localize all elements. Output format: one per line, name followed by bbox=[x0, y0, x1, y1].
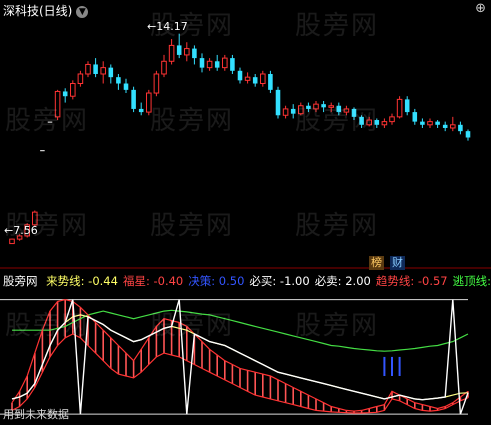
candle-body bbox=[176, 45, 182, 55]
candle-body bbox=[306, 105, 311, 109]
indicator-name: 股旁网 bbox=[3, 274, 38, 288]
candle-body bbox=[268, 73, 273, 90]
candle-body bbox=[290, 108, 296, 114]
candle-body bbox=[275, 89, 281, 116]
candle-body bbox=[404, 99, 410, 113]
candle-body bbox=[282, 108, 289, 116]
candle-body bbox=[427, 121, 433, 126]
candle-body bbox=[328, 105, 334, 108]
candle-body bbox=[366, 119, 372, 126]
candle-body bbox=[47, 121, 53, 123]
candle-body bbox=[343, 108, 350, 113]
indicator-value: 来势线: -0.44 bbox=[46, 274, 118, 288]
candle-body bbox=[146, 92, 152, 113]
candle-body bbox=[85, 63, 91, 75]
indicator-value: 趋势线: -0.57 bbox=[375, 274, 448, 288]
candle-body bbox=[77, 73, 84, 85]
candle-body bbox=[153, 73, 160, 94]
candle-body bbox=[442, 124, 448, 128]
candle-body bbox=[108, 67, 114, 78]
candle-body bbox=[381, 121, 388, 126]
high-price-label: ←14.17 bbox=[147, 20, 188, 33]
candle-body bbox=[93, 64, 98, 74]
candle-body bbox=[70, 83, 76, 97]
candle-body bbox=[351, 108, 357, 117]
candle-body bbox=[199, 58, 205, 68]
finance-badge[interactable]: 财 bbox=[390, 256, 405, 270]
indicator-value: 逃顶线: bbox=[452, 274, 491, 288]
candle-body bbox=[465, 131, 471, 138]
low-price-value: 7.56 bbox=[13, 224, 38, 237]
candle-body bbox=[321, 104, 326, 108]
indicator-value: 必买: -1.00 bbox=[249, 274, 310, 288]
chart-header: 深科技(日线) ▼ bbox=[3, 3, 89, 19]
future-data-note: 用到未来数据 bbox=[3, 408, 69, 421]
candle-body bbox=[244, 76, 251, 81]
close-icon[interactable]: ⊕ bbox=[475, 2, 486, 16]
candle-body bbox=[359, 116, 364, 125]
high-price-value: 14.17 bbox=[156, 20, 188, 33]
candle-body bbox=[260, 73, 266, 85]
candle-body bbox=[9, 238, 15, 245]
candle-body bbox=[237, 70, 243, 81]
candle-body bbox=[336, 105, 342, 113]
candle-body bbox=[161, 60, 167, 75]
indicator-bar: 股旁网 来势线: -0.44 福星: -0.40 决策: 0.50 必买: -1.00… bbox=[3, 273, 491, 289]
indicator-value: 福星: -0.40 bbox=[122, 274, 184, 288]
candle-body bbox=[192, 48, 197, 59]
candle-body bbox=[298, 105, 304, 115]
candle-body bbox=[435, 121, 440, 125]
candle-body bbox=[100, 67, 106, 75]
candle-body bbox=[206, 60, 213, 69]
candle-body bbox=[138, 108, 144, 113]
candle-body bbox=[54, 90, 61, 118]
indicator-value: 必卖: 2.00 bbox=[314, 274, 371, 288]
candle-body bbox=[389, 116, 395, 123]
candle-body bbox=[252, 77, 258, 84]
candle-body bbox=[396, 98, 403, 118]
candle-body bbox=[230, 58, 235, 71]
chart-canvas bbox=[0, 33, 491, 415]
candle-body bbox=[116, 77, 121, 84]
indicator-value: 决策: 0.50 bbox=[188, 274, 245, 288]
low-price-label: ←7.56 bbox=[4, 224, 38, 237]
candle-body bbox=[131, 89, 136, 109]
candle-body bbox=[32, 211, 38, 226]
candle-body bbox=[222, 57, 228, 69]
candle-body bbox=[412, 112, 418, 122]
chart-title: 深科技(日线) bbox=[3, 4, 73, 18]
candle-body bbox=[123, 83, 129, 90]
chevron-down-icon[interactable]: ▼ bbox=[76, 5, 89, 18]
candle-body bbox=[62, 91, 68, 97]
candle-body bbox=[168, 44, 175, 62]
candle-body bbox=[458, 124, 463, 132]
candle-body bbox=[313, 103, 319, 110]
candle-body bbox=[420, 121, 425, 125]
candle-body bbox=[450, 124, 456, 129]
rank-badge[interactable]: 榜 bbox=[369, 256, 384, 270]
candle-body bbox=[184, 48, 190, 56]
candle-body bbox=[40, 150, 45, 152]
candle-body bbox=[214, 61, 220, 68]
candle-body bbox=[374, 120, 380, 125]
